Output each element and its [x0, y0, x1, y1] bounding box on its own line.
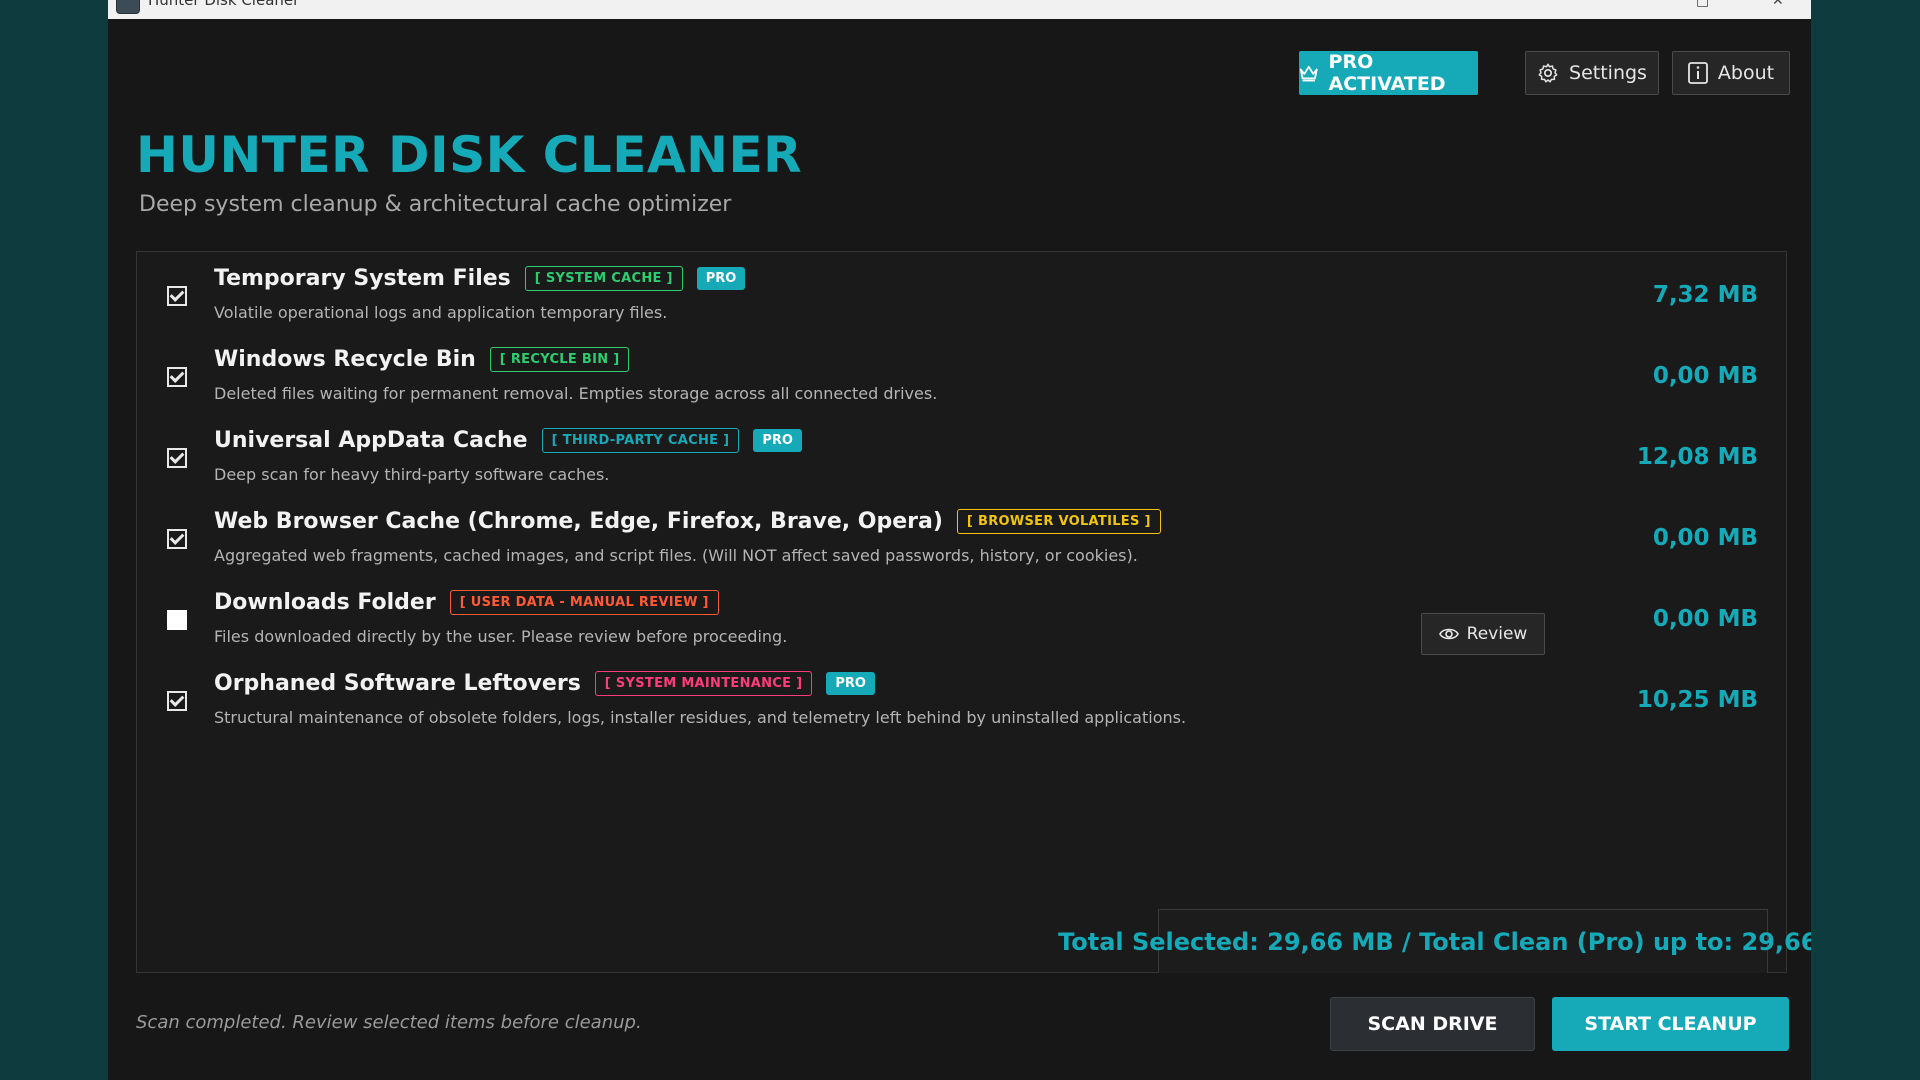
item-description: Aggregated web fragments, cached images,… [214, 546, 1138, 565]
item-description: Structural maintenance of obsolete folde… [214, 708, 1187, 727]
item-size: 0,00 MB [1652, 606, 1758, 632]
item-name: Windows Recycle Bin [214, 347, 476, 372]
crown-icon [1299, 65, 1318, 82]
title-bar[interactable]: Hunter Disk Cleaner □ ✕ [108, 0, 1811, 19]
item-name: Temporary System Files [214, 266, 511, 291]
item-checkbox[interactable] [167, 448, 187, 468]
item-size: 0,00 MB [1652, 363, 1758, 389]
cleanup-item-orphaned-leftovers: Orphaned Software Leftovers [ SYSTEM MAI… [137, 657, 1786, 737]
close-icon[interactable]: ✕ [1772, 0, 1784, 8]
item-name: Universal AppData Cache [214, 428, 528, 453]
start-cleanup-button[interactable]: START CLEANUP [1552, 997, 1789, 1051]
cleanup-item-appdata-cache: Universal AppData Cache [ THIRD-PARTY CA… [137, 414, 1786, 494]
item-checkbox[interactable] [167, 529, 187, 549]
status-text: Scan completed. Review selected items be… [136, 1012, 642, 1033]
review-label: Review [1466, 624, 1528, 644]
app-title: HUNTER DISK CLEANER [136, 126, 803, 184]
app-window: Hunter Disk Cleaner □ ✕ PRO ACTIVATED Se… [108, 0, 1811, 1080]
item-checkbox[interactable] [167, 286, 187, 306]
item-description: Deleted files waiting for permanent remo… [214, 384, 938, 403]
cleanup-item-recycle-bin: Windows Recycle Bin [ RECYCLE BIN ] Dele… [137, 333, 1786, 413]
app-subtitle: Deep system cleanup & architectural cach… [139, 192, 732, 217]
item-checkbox[interactable] [167, 367, 187, 387]
about-label: About [1717, 62, 1775, 84]
pro-badge: PRO [696, 267, 746, 290]
eye-icon [1438, 628, 1459, 640]
info-icon [1688, 62, 1708, 84]
about-button[interactable]: About [1672, 51, 1790, 95]
total-summary: Total Selected: 29,66 MB / Total Clean (… [1058, 909, 1811, 973]
cleanup-item-browser-cache: Web Browser Cache (Chrome, Edge, Firefox… [137, 495, 1786, 575]
category-tag: [ SYSTEM CACHE ] [524, 266, 683, 291]
maximize-icon[interactable]: □ [1696, 0, 1709, 8]
item-name: Downloads Folder [214, 590, 436, 615]
pro-activated-label: PRO ACTIVATED [1328, 51, 1446, 95]
app-logo-icon [116, 0, 140, 14]
item-name: Orphaned Software Leftovers [214, 671, 581, 696]
pro-activated-button[interactable]: PRO ACTIVATED [1299, 51, 1478, 95]
cleanup-item-downloads: Downloads Folder [ USER DATA - MANUAL RE… [137, 576, 1786, 656]
item-size: 10,25 MB [1636, 687, 1758, 713]
category-tag: [ RECYCLE BIN ] [489, 347, 630, 372]
pro-badge: PRO [753, 429, 802, 452]
item-description: Files downloaded directly by the user. P… [214, 627, 788, 646]
cleanup-item-temp-files: Temporary System Files [ SYSTEM CACHE ] … [137, 252, 1786, 332]
settings-label: Settings [1569, 62, 1647, 84]
item-size: 0,00 MB [1652, 525, 1758, 551]
item-name: Web Browser Cache (Chrome, Edge, Firefox… [214, 509, 943, 534]
category-tag: [ USER DATA - MANUAL REVIEW ] [449, 590, 719, 615]
item-description: Deep scan for heavy third-party software… [214, 465, 610, 484]
item-description: Volatile operational logs and applicatio… [214, 303, 668, 322]
window-title: Hunter Disk Cleaner [148, 0, 300, 9]
settings-button[interactable]: Settings [1525, 51, 1659, 95]
cleanup-items-panel: Temporary System Files [ SYSTEM CACHE ] … [136, 251, 1787, 973]
review-button[interactable]: Review [1421, 613, 1545, 655]
item-size: 12,08 MB [1636, 444, 1758, 470]
category-tag: [ SYSTEM MAINTENANCE ] [594, 671, 813, 696]
scan-drive-button[interactable]: SCAN DRIVE [1330, 997, 1535, 1051]
item-size: 7,32 MB [1652, 282, 1758, 308]
item-checkbox[interactable] [167, 691, 187, 711]
gear-icon [1538, 63, 1558, 83]
pro-badge: PRO [826, 672, 875, 695]
item-checkbox[interactable] [167, 610, 187, 630]
category-tag: [ BROWSER VOLATILES ] [956, 509, 1161, 534]
category-tag: [ THIRD-PARTY CACHE ] [541, 428, 740, 453]
